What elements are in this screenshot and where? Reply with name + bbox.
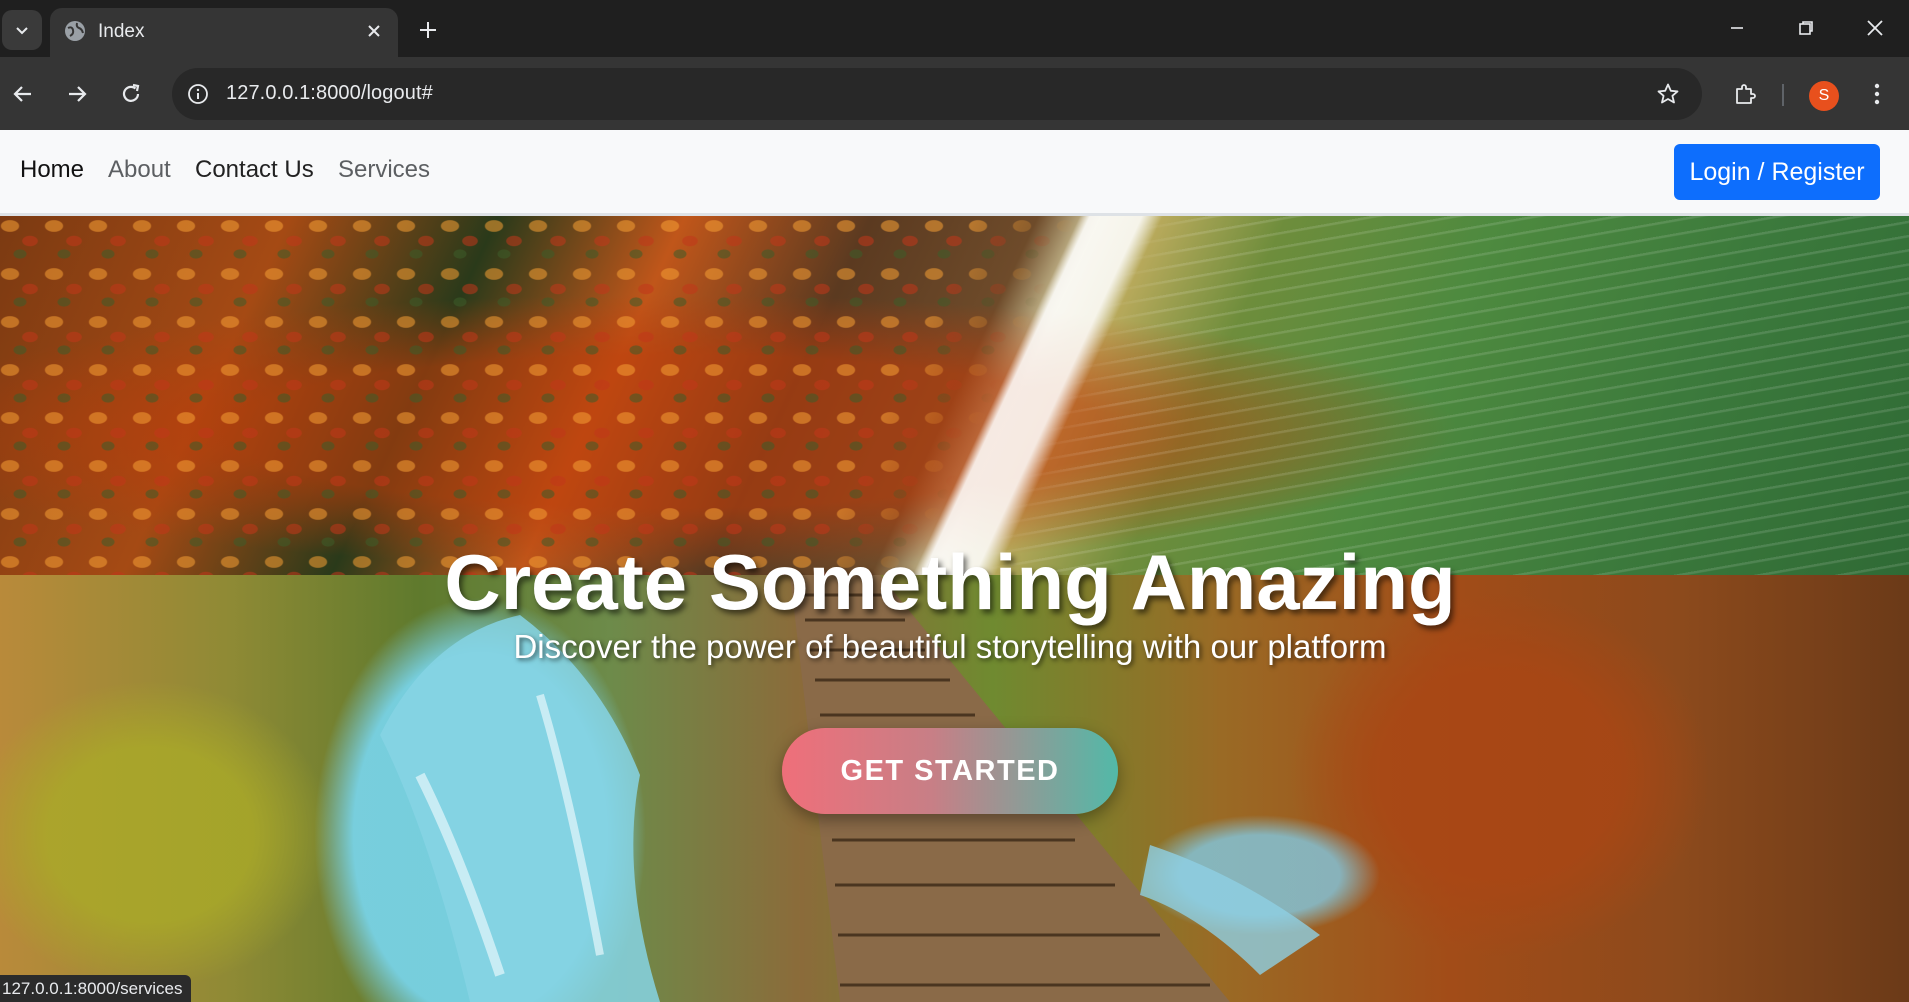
arrow-right-icon <box>69 86 87 102</box>
status-bar-url: 127.0.0.1:8000/services <box>0 975 191 1002</box>
get-started-button[interactable]: GET STARTED <box>782 728 1118 814</box>
back-button[interactable] <box>4 75 42 113</box>
close-window-button[interactable] <box>1848 8 1902 48</box>
forward-button[interactable] <box>58 75 96 113</box>
close-icon <box>1867 20 1883 36</box>
restore-button[interactable] <box>1779 8 1833 48</box>
restore-icon <box>1799 21 1813 35</box>
puzzle-icon <box>1736 84 1756 104</box>
minimize-icon <box>1731 27 1743 29</box>
browser-menu-button[interactable] <box>1858 75 1896 113</box>
nav-link-home[interactable]: Home <box>20 156 84 184</box>
globe-icon <box>65 21 85 41</box>
extensions-button[interactable] <box>1726 75 1764 113</box>
arrow-left-icon <box>13 86 31 102</box>
tab-title: Index <box>98 21 145 42</box>
url-text[interactable]: 127.0.0.1:8000/logout# <box>226 82 433 105</box>
hero-subtitle: Discover the power of beautiful storytel… <box>513 628 1387 665</box>
reload-button[interactable] <box>112 75 150 113</box>
plus-icon <box>420 22 436 38</box>
browser-toolbar: 127.0.0.1:8000/logout# S <box>0 57 1909 130</box>
site-info-button[interactable] <box>182 78 214 110</box>
site-navbar: Home About Contact Us Services Login / R… <box>0 130 1909 216</box>
bookmark-button[interactable] <box>1652 78 1684 110</box>
profile-avatar[interactable]: S <box>1809 81 1839 111</box>
tab-close-button[interactable] <box>362 19 386 43</box>
browser-tab[interactable]: Index <box>50 8 398 57</box>
close-icon <box>368 25 380 37</box>
chevron-down-icon <box>16 27 28 35</box>
star-icon <box>1657 83 1679 104</box>
hero-title: Create Something Amazing <box>444 538 1456 626</box>
new-tab-button[interactable] <box>412 14 444 46</box>
nav-link-services[interactable]: Services <box>338 156 430 184</box>
kebab-menu-icon <box>1874 83 1880 105</box>
hero-content: Create Something Amazing Discover the po… <box>0 216 1909 1002</box>
tab-strip: Index <box>0 0 1909 57</box>
tab-search-button[interactable] <box>2 10 42 50</box>
info-icon <box>188 84 208 104</box>
reload-icon <box>122 83 140 102</box>
login-register-button[interactable]: Login / Register <box>1674 144 1880 200</box>
nav-link-about[interactable]: About <box>108 156 171 184</box>
minimize-button[interactable] <box>1710 8 1764 48</box>
web-page: Home About Contact Us Services Login / R… <box>0 130 1909 1002</box>
nav-link-contact[interactable]: Contact Us <box>195 156 314 184</box>
address-bar[interactable]: 127.0.0.1:8000/logout# <box>172 68 1702 120</box>
toolbar-separator <box>1782 84 1784 106</box>
